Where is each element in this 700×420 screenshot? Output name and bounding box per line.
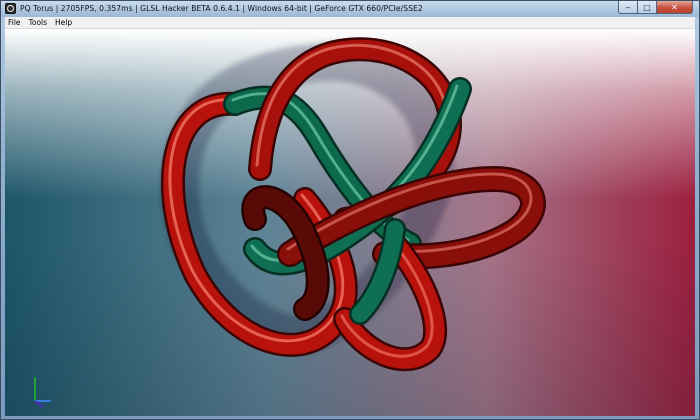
close-button[interactable]: ✕ bbox=[657, 1, 693, 14]
maximize-icon: □ bbox=[643, 2, 651, 12]
menu-tools[interactable]: Tools bbox=[25, 18, 51, 28]
menu-file[interactable]: File bbox=[5, 18, 25, 28]
minimize-icon: ‒ bbox=[625, 2, 631, 12]
window-title: PQ Torus | 2705FPS, 0.357ms | GLSL Hacke… bbox=[20, 4, 423, 13]
menu-help[interactable]: Help bbox=[51, 18, 76, 28]
menu-bar: File Tools Help bbox=[5, 17, 695, 29]
close-icon: ✕ bbox=[671, 2, 678, 12]
pq-torus-knot bbox=[160, 37, 546, 372]
title-bar[interactable]: PQ Torus | 2705FPS, 0.357ms | GLSL Hacke… bbox=[1, 1, 699, 17]
maximize-button[interactable]: □ bbox=[638, 1, 657, 14]
axis-gizmo-icon bbox=[34, 377, 51, 408]
z-axis-line bbox=[34, 400, 44, 408]
render-viewport[interactable] bbox=[5, 29, 695, 416]
minimize-button[interactable]: ‒ bbox=[618, 1, 638, 14]
window-controls: ‒ □ ✕ bbox=[618, 1, 693, 15]
application-window: PQ Torus | 2705FPS, 0.357ms | GLSL Hacke… bbox=[0, 0, 700, 420]
app-icon bbox=[5, 3, 16, 14]
